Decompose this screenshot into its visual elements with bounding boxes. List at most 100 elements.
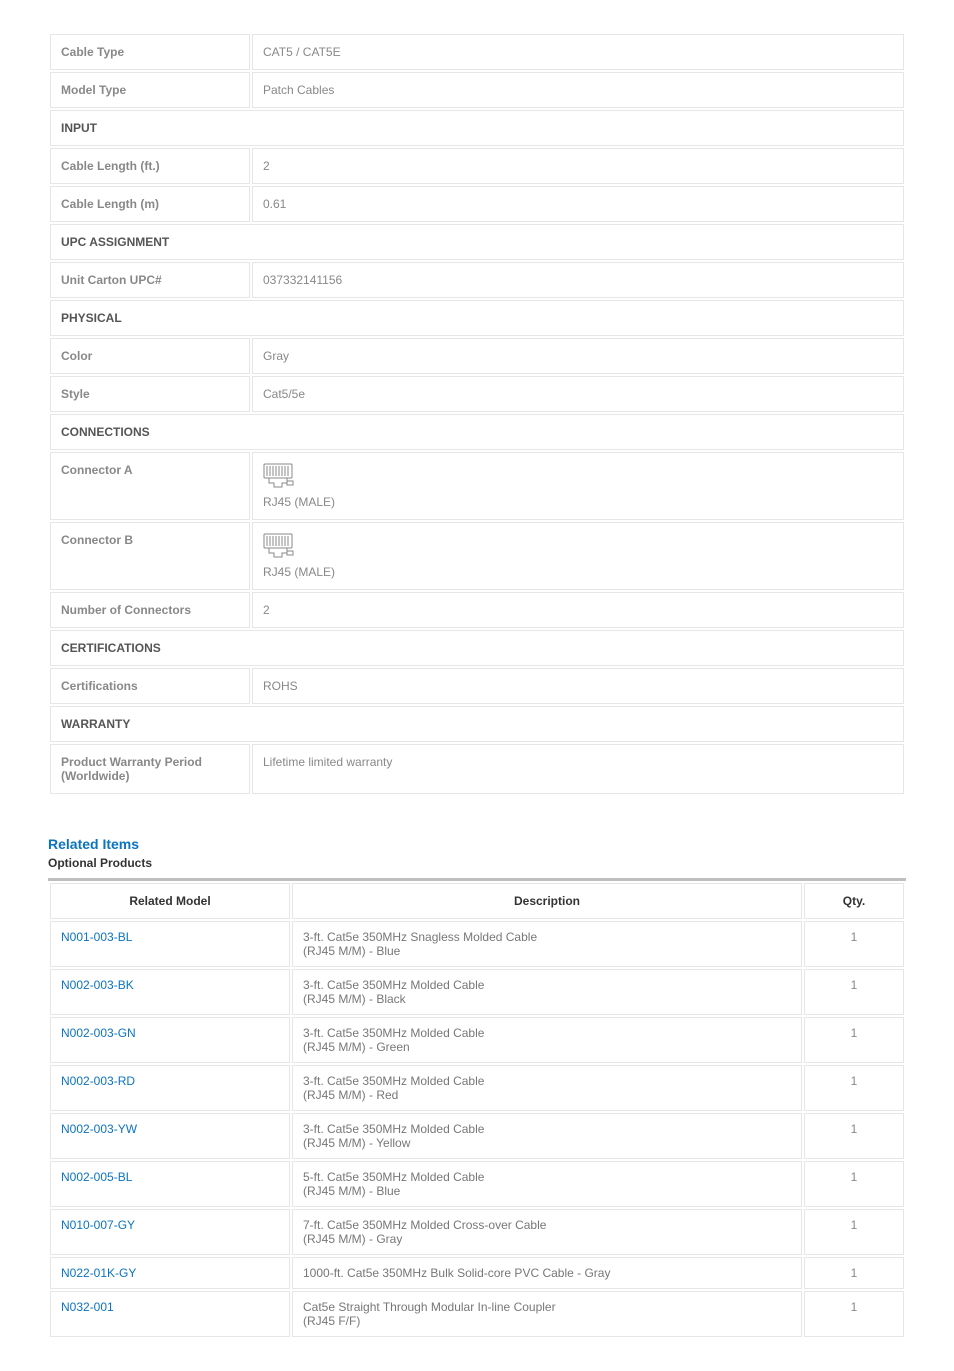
related-desc-line2: (RJ45 M/M) - Red (303, 1088, 791, 1102)
related-table-head: Related Model Description Qty. (50, 883, 904, 919)
spec-value: 2 (252, 592, 904, 628)
related-model-cell: N002-003-RD (50, 1065, 290, 1111)
spec-row: Color Gray (50, 338, 904, 374)
spec-row-connector: Connector B RJ45 (MALE) (50, 522, 904, 590)
spec-label: Cable Type (50, 34, 250, 70)
optional-products-heading: Optional Products (48, 856, 906, 870)
related-desc-line2: (RJ45 M/M) - Yellow (303, 1136, 791, 1150)
related-desc-line1: 3-ft. Cat5e 350MHz Molded Cable (303, 1074, 484, 1088)
related-model-cell: N002-003-BK (50, 969, 290, 1015)
spec-value: 0.61 (252, 186, 904, 222)
related-qty-cell: 1 (804, 1065, 904, 1111)
related-desc-line1: 7-ft. Cat5e 350MHz Molded Cross-over Cab… (303, 1218, 546, 1232)
spec-row: Certifications ROHS (50, 668, 904, 704)
related-description-cell: 3-ft. Cat5e 350MHz Molded Cable (RJ45 M/… (292, 1017, 802, 1063)
spec-label: Certifications (50, 668, 250, 704)
spec-value-connector: RJ45 (MALE) (252, 522, 904, 590)
related-row: N002-003-GN 3-ft. Cat5e 350MHz Molded Ca… (50, 1017, 904, 1063)
page-root: Cable Type CAT5 / CAT5E Model Type Patch… (0, 0, 954, 1371)
related-row: N002-005-BL 5-ft. Cat5e 350MHz Molded Ca… (50, 1161, 904, 1207)
connector-value-text: RJ45 (MALE) (263, 495, 335, 509)
related-model-cell: N010-007-GY (50, 1209, 290, 1255)
spec-section-header: PHYSICAL (50, 300, 904, 336)
related-model-link[interactable]: N010-007-GY (61, 1218, 135, 1232)
related-desc-line1: 1000-ft. Cat5e 350MHz Bulk Solid-core PV… (303, 1266, 610, 1280)
spec-label: Cable Length (m) (50, 186, 250, 222)
spec-label: Number of Connectors (50, 592, 250, 628)
spec-section-header: CONNECTIONS (50, 414, 904, 450)
related-model-link[interactable]: N002-005-BL (61, 1170, 132, 1184)
connector-value-text: RJ45 (MALE) (263, 565, 335, 579)
related-desc-line1: 5-ft. Cat5e 350MHz Molded Cable (303, 1170, 484, 1184)
related-qty-cell: 1 (804, 921, 904, 967)
related-row: N032-001 Cat5e Straight Through Modular … (50, 1291, 904, 1337)
spec-row-connector: Connector A RJ45 (MALE) (50, 452, 904, 520)
rj45-connector-icon (263, 463, 297, 493)
spec-value: CAT5 / CAT5E (252, 34, 904, 70)
related-row: N022-01K-GY 1000-ft. Cat5e 350MHz Bulk S… (50, 1257, 904, 1289)
spec-row: Style Cat5/5e (50, 376, 904, 412)
spec-value: Cat5/5e (252, 376, 904, 412)
related-model-link[interactable]: N002-003-YW (61, 1122, 137, 1136)
related-desc-line1: 3-ft. Cat5e 350MHz Snagless Molded Cable (303, 930, 537, 944)
related-desc-line2: (RJ45 F/F) (303, 1314, 791, 1328)
related-desc-line2: (RJ45 M/M) - Blue (303, 1184, 791, 1198)
spec-value: 2 (252, 148, 904, 184)
spec-label: Style (50, 376, 250, 412)
spec-row: Number of Connectors 2 (50, 592, 904, 628)
spec-value: Lifetime limited warranty (252, 744, 904, 794)
related-description-cell: 3-ft. Cat5e 350MHz Molded Cable (RJ45 M/… (292, 1113, 802, 1159)
related-model-link[interactable]: N022-01K-GY (61, 1266, 136, 1280)
spec-section-header: UPC ASSIGNMENT (50, 224, 904, 260)
spec-label: Color (50, 338, 250, 374)
spec-section-label: WARRANTY (50, 706, 904, 742)
related-qty-cell: 1 (804, 1113, 904, 1159)
spec-section-label: UPC ASSIGNMENT (50, 224, 904, 260)
related-description-cell: 7-ft. Cat5e 350MHz Molded Cross-over Cab… (292, 1209, 802, 1255)
spec-value: Patch Cables (252, 72, 904, 108)
spec-section-label: CERTIFICATIONS (50, 630, 904, 666)
spec-value: Gray (252, 338, 904, 374)
spec-section-label: PHYSICAL (50, 300, 904, 336)
spec-row: Cable Length (ft.) 2 (50, 148, 904, 184)
related-model-cell: N001-003-BL (50, 921, 290, 967)
related-qty-cell: 1 (804, 969, 904, 1015)
spec-label: Product Warranty Period (Worldwide) (50, 744, 250, 794)
spec-label: Connector A (50, 452, 250, 520)
related-row: N010-007-GY 7-ft. Cat5e 350MHz Molded Cr… (50, 1209, 904, 1255)
related-description-cell: 1000-ft. Cat5e 350MHz Bulk Solid-core PV… (292, 1257, 802, 1289)
related-row: N001-003-BL 3-ft. Cat5e 350MHz Snagless … (50, 921, 904, 967)
related-items-table: Related Model Description Qty. N001-003-… (48, 878, 906, 1339)
spec-section-label: INPUT (50, 110, 904, 146)
col-header-model: Related Model (50, 883, 290, 919)
related-description-cell: 3-ft. Cat5e 350MHz Molded Cable (RJ45 M/… (292, 1065, 802, 1111)
related-desc-line1: 3-ft. Cat5e 350MHz Molded Cable (303, 978, 484, 992)
related-model-link[interactable]: N032-001 (61, 1300, 114, 1314)
related-qty-cell: 1 (804, 1161, 904, 1207)
related-row: N002-003-BK 3-ft. Cat5e 350MHz Molded Ca… (50, 969, 904, 1015)
related-model-cell: N002-003-GN (50, 1017, 290, 1063)
related-model-cell: N002-005-BL (50, 1161, 290, 1207)
related-model-link[interactable]: N001-003-BL (61, 930, 132, 944)
spec-section-header: CERTIFICATIONS (50, 630, 904, 666)
related-model-cell: N032-001 (50, 1291, 290, 1337)
spec-label: Model Type (50, 72, 250, 108)
rj45-connector-icon (263, 533, 297, 563)
related-items-heading: Related Items (48, 836, 906, 852)
related-model-cell: N002-003-YW (50, 1113, 290, 1159)
related-desc-line1: Cat5e Straight Through Modular In-line C… (303, 1300, 556, 1314)
spec-value-connector: RJ45 (MALE) (252, 452, 904, 520)
related-qty-cell: 1 (804, 1291, 904, 1337)
spec-section-label: CONNECTIONS (50, 414, 904, 450)
related-desc-line2: (RJ45 M/M) - Green (303, 1040, 791, 1054)
related-model-link[interactable]: N002-003-BK (61, 978, 134, 992)
related-desc-line1: 3-ft. Cat5e 350MHz Molded Cable (303, 1122, 484, 1136)
spec-label: Connector B (50, 522, 250, 590)
col-header-qty: Qty. (804, 883, 904, 919)
spec-table-body: Cable Type CAT5 / CAT5E Model Type Patch… (50, 34, 904, 794)
related-model-link[interactable]: N002-003-RD (61, 1074, 135, 1088)
related-header-row: Related Model Description Qty. (50, 883, 904, 919)
related-desc-line2: (RJ45 M/M) - Gray (303, 1232, 791, 1246)
related-model-cell: N022-01K-GY (50, 1257, 290, 1289)
related-model-link[interactable]: N002-003-GN (61, 1026, 136, 1040)
